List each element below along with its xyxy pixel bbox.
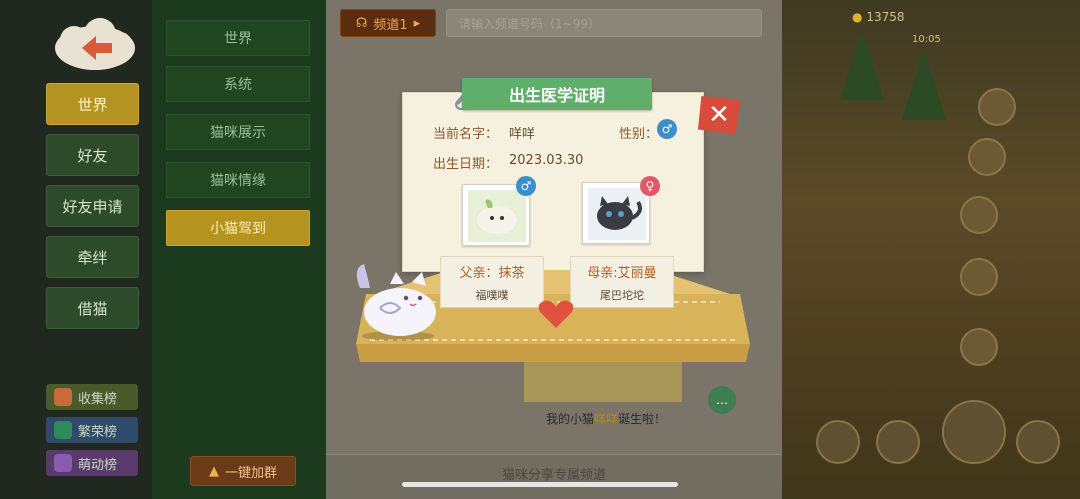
- channel-button-label: 频道1: [373, 17, 408, 33]
- name-label: 当前名字：: [433, 127, 499, 142]
- caption-prefix: 我的小猫: [545, 412, 594, 426]
- channel-button[interactable]: ☊ 频道1 ▸: [340, 9, 436, 37]
- back-arrow-icon: [55, 18, 135, 70]
- coin-counter: ● 13758: [852, 10, 905, 24]
- sub-world[interactable]: 世界: [166, 20, 310, 56]
- side-action-button[interactable]: [960, 328, 998, 366]
- clock-time: 10:05: [912, 34, 941, 45]
- birth-date-label: 出生日期：: [433, 157, 499, 172]
- menu-friends[interactable]: 好友: [46, 134, 139, 176]
- channel-number-input[interactable]: 请输入频道号码（1~99）: [446, 9, 762, 37]
- left-rail: 世界 好友 好友申请 牵绊 借猫 收集榜 繁荣榜 萌动榜: [0, 0, 152, 499]
- name-value: 咩咩: [509, 127, 536, 142]
- mother-role: 母亲:艾丽曼: [587, 265, 657, 281]
- gender-label: 性别：: [619, 127, 659, 142]
- father-name: 福噗噗: [475, 288, 509, 302]
- heart-icon: [536, 298, 576, 334]
- menu-bonds[interactable]: 牵绊: [46, 236, 139, 278]
- certificate-title-tab: 出生医学证明: [462, 78, 652, 110]
- side-action-button[interactable]: [960, 258, 998, 296]
- menu-borrow-cat-label: 借猫: [77, 299, 108, 318]
- tree-decoration: [902, 50, 946, 120]
- father-cat-image: [468, 190, 526, 242]
- female-icon: ♀: [640, 176, 660, 196]
- sub-cat-showcase[interactable]: 猫咪展示: [166, 114, 310, 150]
- coin-value: 13758: [866, 10, 905, 24]
- menu-borrow-cat[interactable]: 借猫: [46, 287, 139, 329]
- side-action-button[interactable]: [968, 138, 1006, 176]
- menu-world-label: 世界: [77, 95, 108, 114]
- mother-photo: [582, 182, 650, 244]
- chevron-right-icon: ▸: [413, 15, 421, 31]
- ranking-prosperity[interactable]: 繁荣榜: [46, 417, 138, 443]
- chat-bubble-icon[interactable]: …: [708, 386, 736, 414]
- bell-icon: ▲: [208, 463, 219, 479]
- headset-icon: ☊: [355, 15, 368, 31]
- certificate-title: 出生医学证明: [508, 86, 605, 105]
- sub-cat-showcase-label: 猫咪展示: [210, 125, 266, 141]
- ranking-cute-label: 萌动榜: [78, 457, 118, 473]
- father-male-icon: ♂: [516, 176, 536, 196]
- sub-kitten-arrival-label: 小猫驾到: [210, 221, 266, 237]
- chat-footer-text: 猫咪分享专属频道: [501, 468, 606, 483]
- dock-main-button[interactable]: [942, 400, 1006, 464]
- prosperity-icon: [54, 421, 72, 439]
- sub-kitten-arrival[interactable]: 小猫驾到: [166, 210, 310, 246]
- channel-input-placeholder: 请输入频道号码（1~99）: [459, 16, 600, 31]
- ranking-cute[interactable]: 萌动榜: [46, 450, 138, 476]
- ranking-collection[interactable]: 收集榜: [46, 384, 138, 410]
- trophy-icon: [54, 454, 72, 472]
- menu-friend-requests[interactable]: 好友申请: [46, 185, 139, 227]
- sub-system[interactable]: 系统: [166, 66, 310, 102]
- father-role: 父亲：抹茶: [459, 265, 525, 281]
- game-scene: [782, 0, 1080, 499]
- dock-button[interactable]: [1016, 420, 1060, 464]
- sub-cat-romance-label: 猫咪情缘: [210, 173, 266, 189]
- menu-bonds-label: 牵绊: [77, 248, 108, 267]
- ranking-collection-label: 收集榜: [78, 391, 118, 407]
- sub-world-label: 世界: [224, 31, 252, 47]
- dock-button[interactable]: [816, 420, 860, 464]
- ranking-prosperity-label: 繁荣榜: [78, 424, 118, 440]
- side-action-button[interactable]: [960, 196, 998, 234]
- father-card: 父亲：抹茶 福噗噗: [440, 256, 544, 308]
- join-group-label: 一键加群: [224, 465, 277, 481]
- close-icon: ✕: [708, 100, 730, 130]
- coin-icon: ●: [852, 10, 863, 24]
- join-group-button[interactable]: ▲ 一键加群: [190, 456, 296, 486]
- menu-friends-label: 好友: [77, 146, 108, 165]
- sub-cat-romance[interactable]: 猫咪情缘: [166, 162, 310, 198]
- birth-date-value: 2023.03.30: [509, 153, 584, 168]
- dock-button[interactable]: [876, 420, 920, 464]
- back-button[interactable]: [52, 18, 138, 74]
- tree-decoration: [840, 30, 884, 100]
- mother-cat-image: [588, 188, 646, 240]
- close-button[interactable]: ✕: [698, 96, 740, 134]
- chat-message-caption: 我的小猫咩咩诞生啦！: [506, 410, 706, 427]
- side-action-button[interactable]: [978, 88, 1016, 126]
- caption-cat-name: 咩咩: [593, 412, 618, 426]
- mother-card: 母亲:艾丽曼 尾巴坨坨: [570, 256, 674, 308]
- menu-world[interactable]: 世界: [46, 83, 139, 125]
- kitten-illustration: [350, 258, 450, 342]
- collection-icon: [54, 388, 72, 406]
- channel-submenu: 世界 系统 猫咪展示 猫咪情缘 小猫驾到 ▲ 一键加群: [152, 0, 326, 499]
- caption-suffix: 诞生啦！: [618, 412, 667, 426]
- menu-friend-requests-label: 好友申请: [62, 197, 123, 216]
- home-indicator: [402, 482, 678, 487]
- male-icon: ♂: [657, 119, 677, 139]
- sub-system-label: 系统: [224, 77, 252, 93]
- mother-name: 尾巴坨坨: [600, 288, 644, 302]
